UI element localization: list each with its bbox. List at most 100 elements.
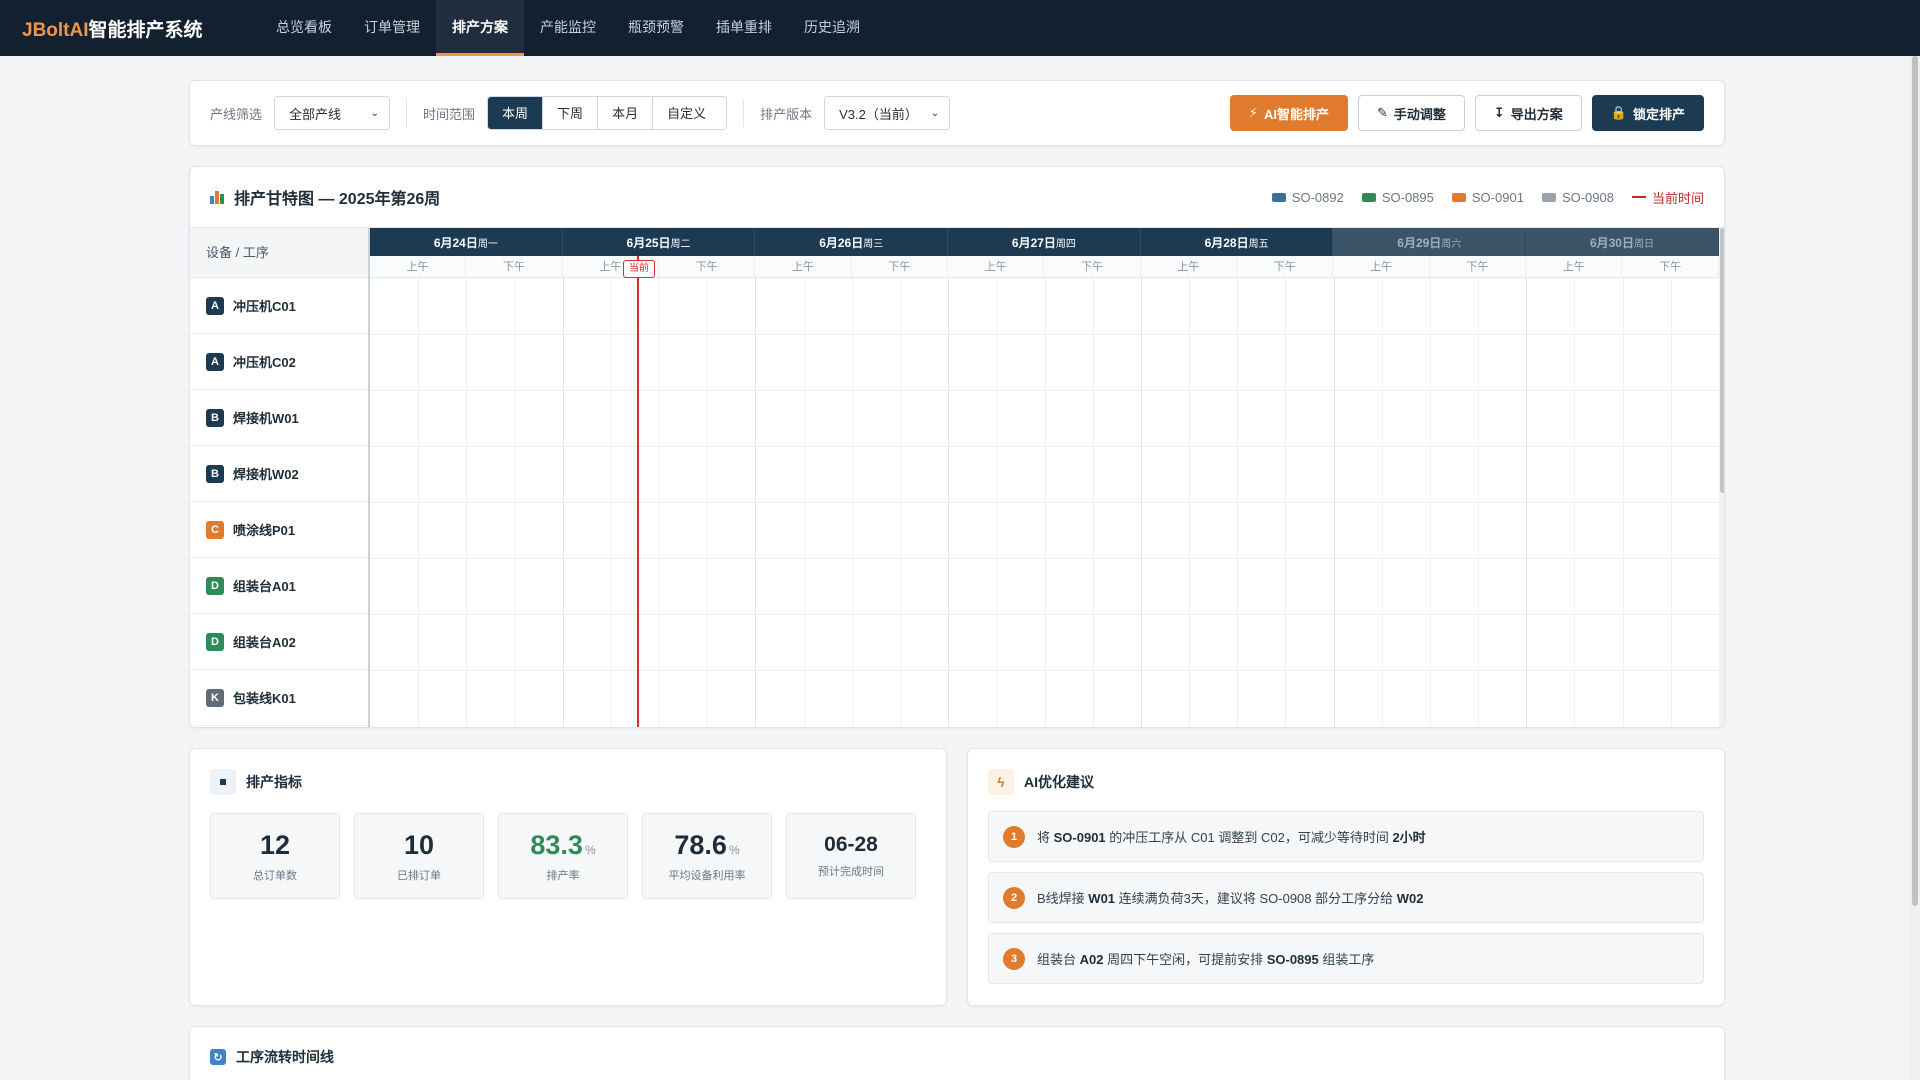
device-name: 冲压机C01 [233,299,296,314]
process-flow-card: ↻ 工序流转时间线 [189,1026,1725,1080]
suggestion-item[interactable]: 2 B线焊接 W01 连续满负荷3天，建议将 SO-0908 部分工序分给 W02 [988,872,1704,923]
suggestion-text: 将 SO-0901 的冲压工序从 C01 调整到 C02，可减少等待时间 2小时 [1037,827,1426,846]
nav-bottleneck[interactable]: 瓶颈预警 [612,0,700,56]
range-this-month[interactable]: 本月 [598,97,654,129]
day-date: 6月29日 [1397,235,1442,250]
grid-column-line [1526,278,1528,727]
device-row[interactable]: C 喷涂线P01 [190,502,368,558]
gantt-scrollbar[interactable] [1719,228,1724,727]
suggestion-item[interactable]: 1 将 SO-0901 的冲压工序从 C01 调整到 C02，可减少等待时间 2小… [988,811,1704,862]
half-day-pm: 下午 [466,256,563,278]
suggestion-number: 1 [1003,825,1025,848]
version-label: 排产版本 [760,106,813,122]
device-row[interactable]: K 包装线K01 [190,670,368,726]
grid-column-line [514,278,516,727]
range-custom[interactable]: 自定义 [653,97,727,129]
kpi-label: 平均设备利用率 [668,869,746,882]
filter-toolbar: 产线筛选 全部产线 ⌄ 时间范围 本周 下周 本月 自定义 排产版本 V3.2（当… [189,80,1725,146]
suggestion-fragment: 连续满负荷3天，建议将 SO-0908 部分工序分给 [1115,891,1397,906]
device-row[interactable]: B 焊接机W02 [190,446,368,502]
device-badge: K [206,688,224,707]
nav-schedule[interactable]: 排产方案 [436,0,524,56]
grid-column-line [418,278,420,727]
device-badge: B [206,408,224,427]
line-filter-select[interactable]: 全部产线 ⌄ [274,96,391,130]
metrics-title-text: 排产指标 [246,774,302,790]
nav-orders[interactable]: 订单管理 [348,0,436,56]
refresh-icon: ↻ [210,1049,226,1065]
legend-swatch [1271,192,1286,202]
device-name: 组装台A01 [233,579,296,594]
device-name: 组装台A02 [233,635,296,650]
device-row[interactable]: B 焊接机W01 [190,390,368,446]
toolbar-actions: ⚡ AI智能排产 ✎ 手动调整 ↧ 导出方案 🔒 锁定排产 [1229,95,1704,131]
ai-suggestions-card: ϟ AI优化建议 1将 SO-0901 的冲压工序从 C01 调整到 C02，可… [967,748,1725,1006]
range-next-week[interactable]: 下周 [543,97,599,129]
half-day-am: 上午 [1141,256,1238,278]
legend-item: SO-0901 [1451,190,1524,205]
kpi-value: 06-28 [824,833,878,857]
legend-now-label: 当前时间 [1651,190,1704,206]
gantt-scrollbar-thumb[interactable] [1720,228,1724,493]
page-scrollbar[interactable] [1910,56,1920,1080]
range-this-week[interactable]: 本周 [488,97,544,129]
grid-column-line [1381,278,1383,727]
nav-rush-order[interactable]: 插单重排 [700,0,788,56]
gantt-body: 设备 / 工序 A 冲压机C01 A 冲压机C02 B 焊接机W01 B 焊接机W02 C 喷涂线… [190,227,1724,727]
day-header: 6月27日 周四 [948,228,1141,256]
metrics-icon [210,769,236,795]
suggestion-highlight: SO-0895 [1266,952,1319,967]
ai-schedule-label: AI智能排产 [1263,106,1329,122]
day-weekday: 周日 [1633,238,1654,250]
gantt-title: 排产甘特图 — 2025年第26周 [210,185,440,209]
kpi-value: 83.3% [530,830,595,861]
device-row[interactable]: A 冲压机C01 [190,278,368,334]
version-select[interactable]: V3.2（当前） ⌄ [824,96,951,130]
lock-schedule-button[interactable]: 🔒 锁定排产 [1591,95,1704,131]
grid-row-line [370,390,1719,391]
half-day-am: 上午 [1333,256,1430,278]
day-header-row: 6月24日 周一 6月25日 周二 6月26日 周三 6月27日 周四 6月28日 周五 6月29日… [370,228,1719,256]
metrics-card: 排产指标 12 总订单数 10 已排订单 83.3% 排产率 78.6% 平均设备利用率… [189,748,947,1006]
ai-schedule-button[interactable]: ⚡ AI智能排产 [1229,95,1348,131]
device-row[interactable]: A 冲压机C02 [190,334,368,390]
brand-suffix: 智能排产系统 [88,19,203,41]
half-day-pm: 下午 [852,256,949,278]
suggestion-highlight: SO-0901 [1053,830,1106,845]
gantt-grid[interactable] [370,278,1719,727]
day-header: 6月29日 周六 [1333,228,1527,256]
gantt-legend: SO-0892 SO-0895 SO-0901 SO-0908 当前时间 [1271,188,1704,207]
page-scrollbar-thumb[interactable] [1912,56,1918,906]
now-line-swatch [1631,196,1646,198]
grid-column-line [659,278,661,727]
grid-column-line [948,278,950,727]
suggestion-fragment: 组装台 [1037,952,1080,967]
suggestion-highlight: 2小时 [1392,830,1426,845]
pencil-icon: ✎ [1376,105,1388,120]
range-label: 时间范围 [423,106,476,122]
suggestion-highlight: W02 [1396,891,1424,906]
device-row[interactable]: D 组装台A01 [190,558,368,614]
nav-capacity[interactable]: 产能监控 [524,0,612,56]
grid-column-line [1574,278,1576,727]
timeline-area: 6月24日 周一 6月25日 周二 6月26日 周三 6月27日 周四 6月28日 周五 6月29日… [370,228,1719,727]
device-name: 包装线K01 [233,691,296,706]
suggestion-item[interactable]: 3 组装台 A02 周四下午空闲，可提前安排 SO-0895 组装工序 [988,933,1704,984]
nav-overview[interactable]: 总览看板 [260,0,348,56]
brand-logo[interactable]: JBoltAI智能排产系统 [0,15,260,42]
bar-chart-icon [210,190,226,204]
chevron-down-icon: ⌄ [370,107,380,119]
grid-row-line [370,614,1719,615]
grid-row-line [370,558,1719,559]
legend-label: SO-0908 [1561,189,1614,205]
kpi-number: 78.6 [674,829,727,860]
grid-column-line [755,278,757,727]
legend-swatch [1541,192,1556,202]
manual-adjust-button[interactable]: ✎ 手动调整 [1357,95,1465,131]
device-row[interactable]: D 组装台A02 [190,614,368,670]
current-time-line [637,256,639,727]
day-header: 6月25日 周二 [562,228,756,256]
nav-history[interactable]: 历史追溯 [788,0,876,56]
ai-title-text: AI优化建议 [1024,774,1094,790]
export-button[interactable]: ↧ 导出方案 [1474,95,1582,131]
